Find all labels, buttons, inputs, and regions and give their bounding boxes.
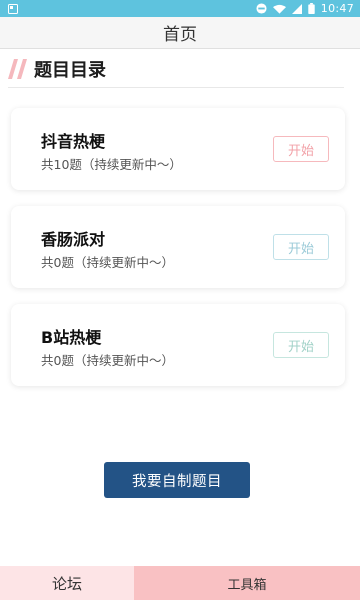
signal-icon (291, 3, 302, 14)
topic-card-sausage-party[interactable]: 香肠派对 共0题（持续更新中～） 开始 (11, 206, 345, 288)
card-subtitle: 共0题（持续更新中～） (41, 353, 174, 368)
header: 首页 (0, 17, 360, 49)
start-button[interactable]: 开始 (273, 136, 329, 162)
bottom-nav: 论坛 工具箱 (0, 566, 360, 600)
battery-icon (308, 3, 315, 14)
page-title: 首页 (163, 25, 197, 45)
topic-card-douyin[interactable]: 抖音热梗 共10题（持续更新中～） 开始 (11, 108, 345, 190)
section-title: 题目目录 (34, 59, 106, 81)
status-bar: 10:47 (0, 0, 360, 17)
status-right: 10:47 (256, 2, 354, 15)
nav-toolbox[interactable]: 工具箱 (134, 566, 360, 600)
status-time: 10:47 (320, 2, 354, 15)
create-quiz-button[interactable]: 我要自制题目 (104, 462, 250, 498)
card-title: 香肠派对 (41, 230, 106, 249)
start-button[interactable]: 开始 (273, 234, 329, 260)
dnd-icon (256, 3, 267, 14)
slash-decoration-icon (8, 58, 27, 79)
topic-card-bilibili[interactable]: B站热梗 共0题（持续更新中～） 开始 (11, 304, 345, 386)
status-left (8, 3, 18, 14)
notification-icon (8, 3, 18, 14)
section-header: 题目目录 (8, 50, 344, 88)
wifi-icon (272, 4, 286, 14)
nav-forum[interactable]: 论坛 (0, 566, 134, 600)
card-title: 抖音热梗 (41, 132, 106, 151)
start-button[interactable]: 开始 (273, 332, 329, 358)
card-title: B站热梗 (41, 328, 102, 347)
card-subtitle: 共10题（持续更新中～） (41, 157, 182, 172)
card-subtitle: 共0题（持续更新中～） (41, 255, 174, 270)
